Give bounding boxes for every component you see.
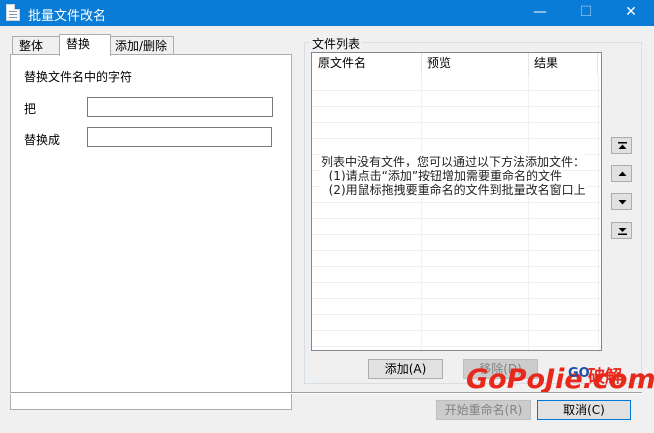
dialog-body: 整体 替换 添加/删除 替换文件名中的字符 把 替换成 文件列表 原文件名 预览…	[0, 26, 654, 433]
column-result[interactable]: 结果	[528, 53, 598, 75]
find-input[interactable]	[87, 97, 273, 117]
file-list-header: 原文件名 预览 结果	[312, 53, 601, 75]
move-bottom-icon	[618, 228, 627, 235]
cancel-button[interactable]: 取消(C)	[537, 400, 631, 420]
tab-replace[interactable]: 替换	[59, 34, 111, 56]
empty-hint-line: (2)用鼠标拖拽要重命名的文件到批量改名窗口上	[321, 181, 586, 198]
footer-separator	[10, 392, 642, 394]
watermark-logo-small: GO	[568, 366, 590, 381]
document-icon	[6, 4, 20, 21]
move-down-icon	[618, 200, 627, 205]
column-divider	[598, 75, 599, 350]
move-bottom-button[interactable]	[611, 222, 632, 239]
file-list-title: 文件列表	[310, 35, 363, 52]
title-bar: 批量文件改名 — ☐ ✕	[0, 0, 654, 26]
minimize-icon: —	[533, 4, 547, 20]
move-down-button[interactable]	[611, 193, 632, 210]
start-rename-button[interactable]: 开始重命名(R)	[436, 400, 531, 420]
tab-add-delete[interactable]: 添加/删除	[110, 36, 174, 56]
move-top-button[interactable]	[611, 137, 632, 154]
replace-with-label: 替换成	[24, 133, 61, 147]
close-icon: ✕	[625, 4, 637, 20]
close-button[interactable]: ✕	[608, 0, 654, 26]
maximize-button[interactable]: ☐	[563, 0, 609, 26]
replace-heading: 替换文件名中的字符	[24, 70, 133, 84]
minimize-button[interactable]: —	[517, 0, 563, 26]
column-divider	[421, 75, 422, 350]
column-preview[interactable]: 预览	[421, 53, 529, 75]
move-up-button[interactable]	[611, 165, 632, 182]
move-up-icon	[618, 171, 627, 176]
window-title: 批量文件改名	[28, 9, 107, 24]
replace-with-input[interactable]	[87, 127, 272, 147]
move-top-icon	[618, 142, 627, 149]
file-list[interactable]: 原文件名 预览 结果 列表中没有文件，您可以通过以下方法添加文件： (1)请点击…	[311, 52, 602, 351]
add-button[interactable]: 添加(A)	[368, 359, 443, 379]
column-divider	[528, 75, 529, 350]
column-original-name[interactable]: 原文件名	[312, 53, 422, 75]
find-label: 把	[24, 102, 37, 116]
tab-overall[interactable]: 整体	[12, 36, 60, 56]
maximize-icon: ☐	[579, 4, 593, 20]
watermark-logo: GoPoJie.com	[466, 364, 654, 395]
watermark-logo-cn: 破解	[588, 367, 622, 387]
